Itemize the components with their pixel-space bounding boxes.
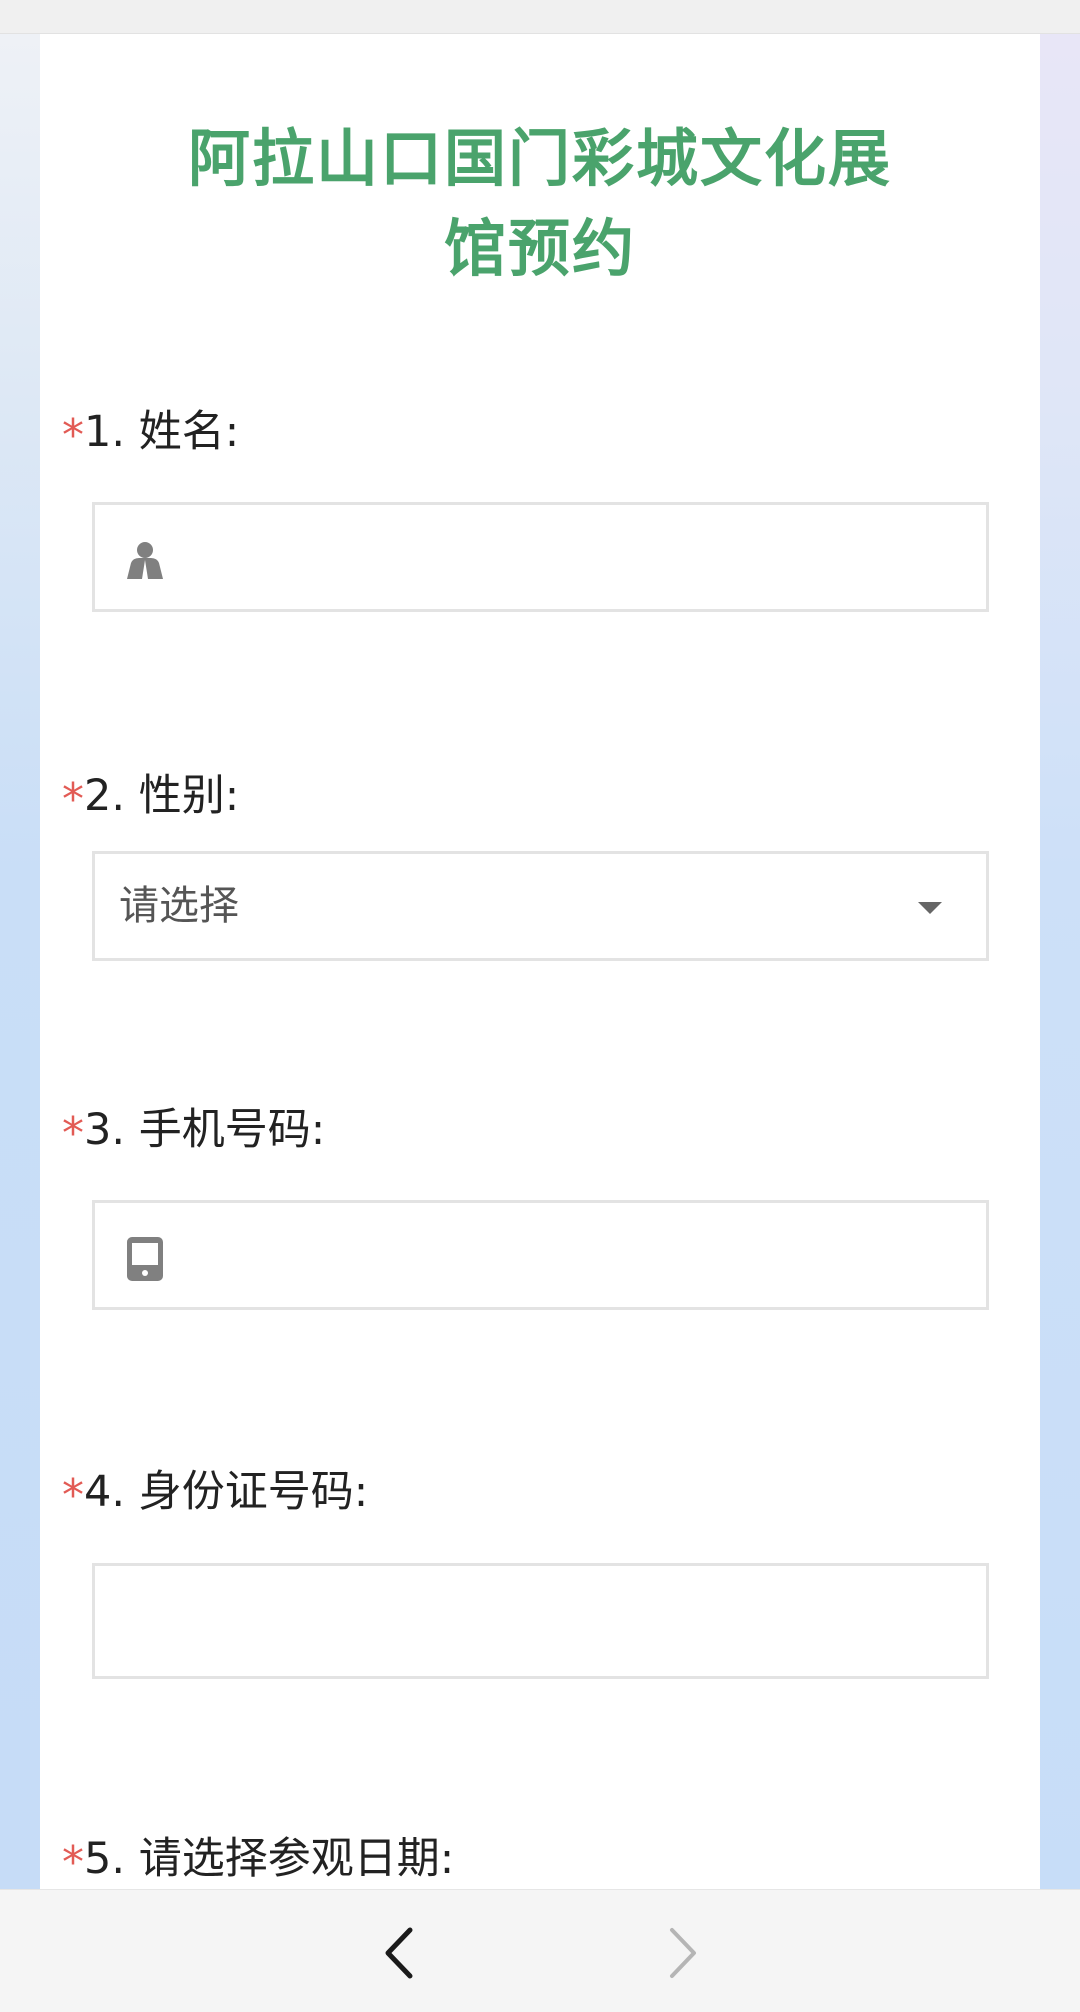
forward-button[interactable] bbox=[646, 1918, 716, 1988]
question-text: 5. 请选择参观日期: bbox=[84, 1834, 455, 1884]
title-line-2: 馆预约 bbox=[443, 212, 636, 285]
required-mark: * bbox=[62, 410, 84, 461]
question-text: 2. 性别: bbox=[84, 771, 240, 821]
question-text: 1. 姓名: bbox=[84, 407, 240, 457]
browser-bottom-bar bbox=[0, 1889, 1080, 2012]
chevron-left-icon bbox=[385, 1927, 413, 1979]
phone-icon bbox=[125, 1237, 165, 1281]
name-input[interactable] bbox=[190, 505, 970, 609]
background-left bbox=[0, 34, 40, 1889]
question-label-id-number: *4. 身份证号码: bbox=[62, 1462, 368, 1522]
gender-select-value: 请选择 bbox=[119, 883, 239, 929]
phone-field[interactable] bbox=[92, 1200, 989, 1310]
background-right bbox=[1040, 34, 1080, 1889]
chevron-right-icon bbox=[670, 1928, 696, 1978]
form-card: 阿拉山口国门彩城文化展 馆预约 *1. 姓名: *2. 性别: 请选择 *3. … bbox=[40, 34, 1040, 1889]
question-label-gender: *2. 性别: bbox=[62, 766, 239, 826]
title-line-1: 阿拉山口国门彩城文化展 bbox=[187, 122, 892, 195]
question-text: 3. 手机号码: bbox=[84, 1105, 326, 1155]
question-label-visit-date: *5. 请选择参观日期: bbox=[62, 1829, 454, 1889]
person-icon bbox=[125, 539, 165, 579]
question-label-phone: *3. 手机号码: bbox=[62, 1100, 325, 1160]
question-text: 4. 身份证号码: bbox=[84, 1467, 369, 1517]
name-field[interactable] bbox=[92, 502, 989, 612]
back-button[interactable] bbox=[366, 1918, 436, 1988]
page-title: 阿拉山口国门彩城文化展 馆预约 bbox=[40, 114, 1040, 294]
caret-down-icon bbox=[918, 902, 942, 914]
phone-input[interactable] bbox=[190, 1203, 970, 1307]
question-label-name: *1. 姓名: bbox=[62, 402, 239, 462]
required-mark: * bbox=[62, 1470, 84, 1521]
gender-select[interactable]: 请选择 bbox=[92, 851, 989, 961]
id-number-field[interactable] bbox=[92, 1563, 989, 1679]
required-mark: * bbox=[62, 1837, 84, 1888]
required-mark: * bbox=[62, 774, 84, 825]
status-bar bbox=[0, 0, 1080, 34]
id-number-input[interactable] bbox=[119, 1566, 899, 1676]
required-mark: * bbox=[62, 1108, 84, 1159]
